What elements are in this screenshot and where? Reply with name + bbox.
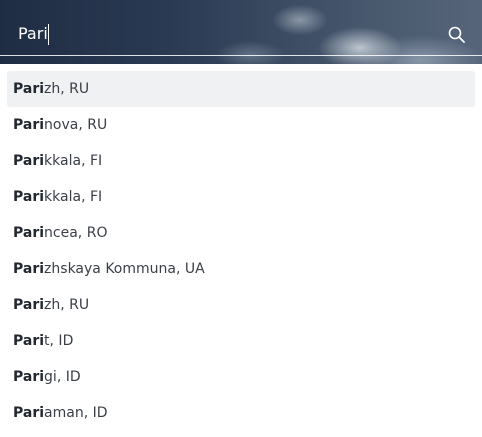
- result-item[interactable]: Pariaman, ID: [7, 395, 475, 431]
- result-match: Pari: [13, 189, 45, 205]
- result-match: Pari: [13, 153, 45, 169]
- result-item[interactable]: Parikkala, FI: [7, 143, 475, 179]
- result-match: Pari: [13, 333, 45, 349]
- result-match: Pari: [13, 297, 45, 313]
- result-item[interactable]: Parit, ID: [7, 323, 475, 359]
- result-item[interactable]: Parizhskaya Kommuna, UA: [7, 251, 475, 287]
- result-rest: gi, ID: [44, 369, 81, 385]
- result-item[interactable]: Parinova, RU: [7, 107, 475, 143]
- result-rest: t, ID: [44, 333, 74, 349]
- search-header: [0, 0, 482, 64]
- result-match: Pari: [13, 117, 45, 133]
- result-rest: zh, RU: [44, 81, 90, 97]
- result-rest: zh, RU: [44, 297, 90, 313]
- result-item[interactable]: Parizh, RU: [7, 71, 475, 107]
- text-caret: [48, 24, 49, 45]
- result-match: Pari: [13, 405, 45, 421]
- result-item[interactable]: Parizh, RU: [7, 287, 475, 323]
- result-rest: kkala, FI: [44, 189, 103, 205]
- result-rest: zhskaya Kommuna, UA: [44, 261, 205, 277]
- results-list: Parizh, RU Parinova, RU Parikkala, FI Pa…: [7, 71, 475, 431]
- result-match: Pari: [13, 225, 45, 241]
- search-input[interactable]: [18, 21, 418, 47]
- result-item[interactable]: Parincea, RO: [7, 215, 475, 251]
- result-rest: ncea, RO: [44, 225, 108, 241]
- result-match: Pari: [13, 261, 45, 277]
- result-match: Pari: [13, 81, 45, 97]
- result-rest: aman, ID: [44, 405, 108, 421]
- result-item[interactable]: Parikkala, FI: [7, 179, 475, 215]
- result-item[interactable]: Parigi, ID: [7, 359, 475, 395]
- result-match: Pari: [13, 369, 45, 385]
- result-rest: kkala, FI: [44, 153, 103, 169]
- search-underline: [0, 55, 482, 56]
- search-icon[interactable]: [448, 26, 465, 43]
- result-rest: nova, RU: [44, 117, 108, 133]
